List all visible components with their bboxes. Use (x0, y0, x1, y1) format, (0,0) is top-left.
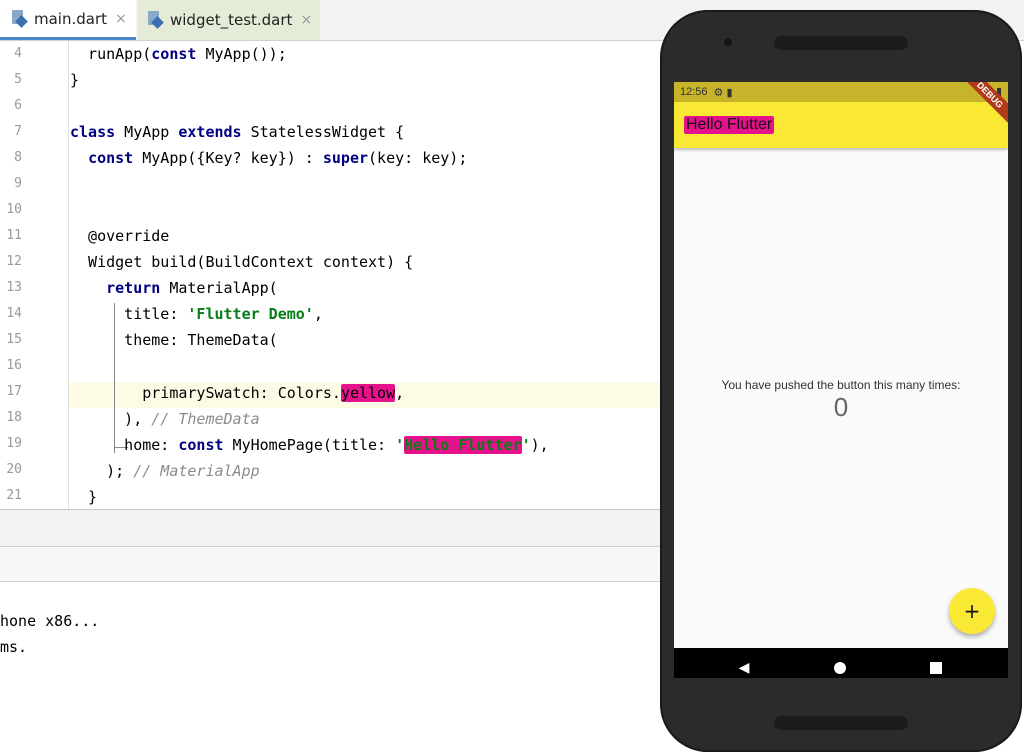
line-number: 7 (14, 124, 22, 139)
front-camera (724, 38, 732, 46)
tab-label: main.dart (34, 9, 108, 28)
line-number: 10 (6, 202, 22, 217)
dart-file-icon (12, 9, 28, 28)
line-number: 16 (6, 358, 22, 373)
line-number: 15 (6, 332, 22, 347)
top-speaker (774, 36, 908, 50)
highlight-marker: Hello Flutter (404, 436, 522, 454)
highlight-marker: yellow (340, 384, 396, 402)
code-line-13: return MaterialApp( (106, 279, 278, 297)
tab-label: widget_test.dart (170, 11, 293, 29)
code-line-14: title: 'Flutter Demo', (70, 305, 323, 323)
code-line-4: runApp(const MyApp()); (70, 45, 287, 63)
dart-file-icon (148, 11, 164, 29)
increment-fab-button[interactable]: + (949, 588, 995, 634)
code-line-17: primarySwatch: Colors.yellow, (70, 384, 405, 402)
code-line-8: const MyApp({Key? key}) : super(key: key… (88, 149, 468, 167)
line-number: 9 (14, 176, 22, 191)
back-icon[interactable]: ◀ (724, 648, 764, 678)
app-bar: Hello Flutter (674, 102, 1008, 148)
status-icons: ⚙ ▮ (713, 86, 733, 99)
code-line-7: class MyApp extends StatelessWidget { (70, 123, 405, 141)
tool-window-toolbar (0, 547, 660, 582)
code-line-15: theme: ThemeData( (70, 331, 278, 349)
tool-window-header (0, 510, 660, 547)
line-number: 20 (6, 462, 22, 477)
app-bar-title: Hello Flutter (684, 116, 775, 134)
emulator-screen[interactable]: 12:56 ⚙ ▮ ▼ ▮ Hello Flutter DEBUG You ha… (674, 82, 1008, 678)
line-number: 4 (14, 46, 22, 61)
line-number: 19 (6, 436, 22, 451)
bottom-speaker (774, 716, 908, 730)
line-number: 11 (6, 228, 22, 243)
recents-icon[interactable] (916, 648, 956, 678)
code-line-18: ), // ThemeData (70, 410, 260, 428)
code-line-11: @override (70, 227, 170, 245)
line-number: 18 (6, 410, 22, 425)
line-number: 5 (14, 72, 22, 87)
line-number: 17 (6, 384, 22, 399)
close-icon[interactable]: × (115, 11, 127, 27)
code-line-19: home: const MyHomePage(title: 'Hello Flu… (70, 436, 549, 454)
line-number: 8 (14, 150, 22, 165)
close-icon[interactable]: × (300, 12, 312, 28)
status-time: 12:56 (680, 86, 708, 98)
code-line-5: } (70, 71, 80, 89)
line-number: 6 (14, 98, 22, 113)
line-number: 14 (6, 306, 22, 321)
tab-widget-test-dart[interactable]: widget_test.dart × (138, 0, 320, 40)
console-line: ms. (0, 638, 28, 656)
status-bar: 12:56 ⚙ ▮ ▼ ▮ (674, 82, 1008, 102)
line-number: 12 (6, 254, 22, 269)
android-emulator: 12:56 ⚙ ▮ ▼ ▮ Hello Flutter DEBUG You ha… (660, 10, 1022, 752)
code-editor[interactable]: runApp(const MyApp()); } class MyApp ext… (70, 41, 660, 509)
line-number: 21 (6, 488, 22, 503)
counter-description: You have pushed the button this many tim… (721, 378, 961, 392)
console-line: hone x86... (0, 612, 100, 630)
home-icon[interactable] (820, 648, 860, 678)
code-line-20: ); // MaterialApp (70, 462, 260, 480)
android-nav-bar: ◀ (674, 648, 1008, 678)
code-line-21: } (70, 488, 98, 506)
tab-main-dart[interactable]: main.dart × (0, 0, 136, 40)
run-console[interactable]: hone x86... ms. (0, 582, 660, 756)
counter-value: 0 (833, 392, 849, 422)
line-number: 13 (6, 280, 22, 295)
line-number-gutter: 4 5 6 7 8 9 10 11 12 13 14 15 16 17 18 1… (0, 41, 69, 509)
code-line-12: Widget build(BuildContext context) { (70, 253, 414, 271)
